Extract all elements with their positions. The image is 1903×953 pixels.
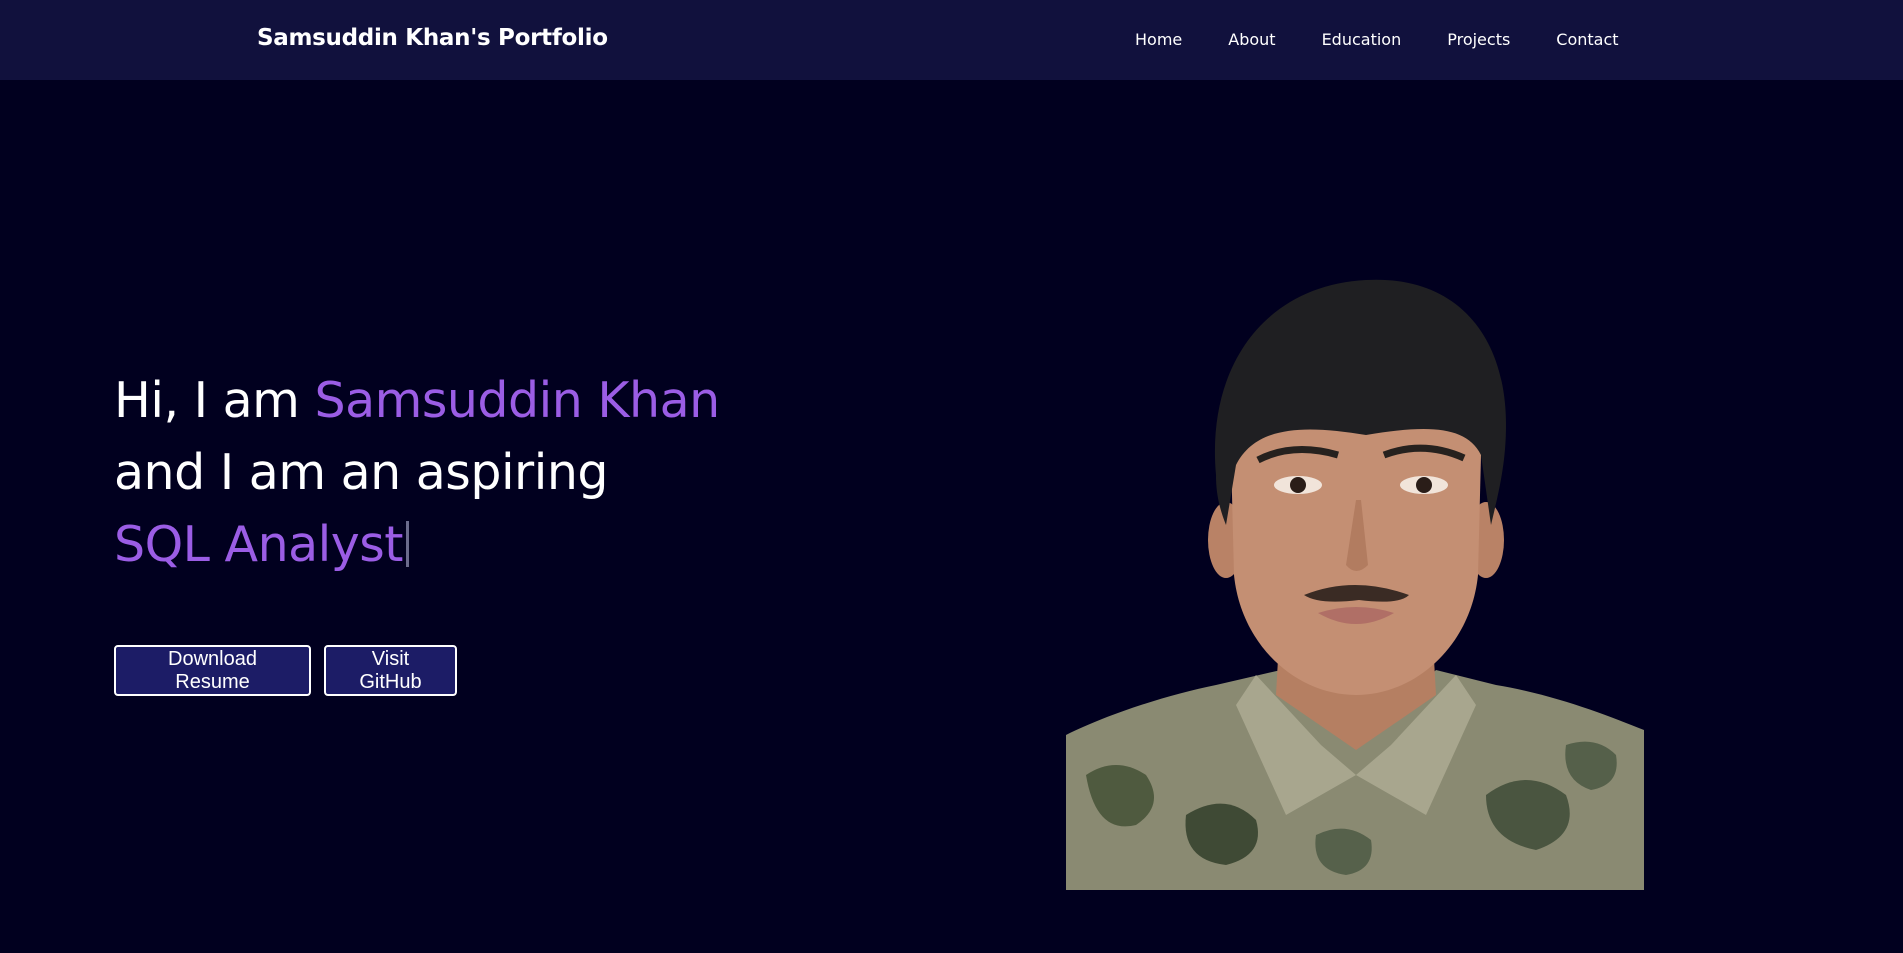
hero-line-3: SQL Analyst [114, 509, 720, 581]
hero-greeting: Hi, I am [114, 372, 315, 429]
nav-about[interactable]: About [1228, 30, 1275, 49]
nav-projects[interactable]: Projects [1447, 30, 1510, 49]
hero-line-2: and I am an aspiring [114, 444, 608, 501]
nav-contact[interactable]: Contact [1556, 30, 1618, 49]
nav-home[interactable]: Home [1135, 30, 1182, 49]
hero-line-1: Hi, I am Samsuddin Khan [114, 365, 720, 437]
profile-photo [1066, 279, 1644, 890]
hero-role: SQL Analyst [114, 516, 404, 573]
site-brand[interactable]: Samsuddin Khan's Portfolio [257, 25, 608, 51]
download-resume-button[interactable]: Download Resume [114, 645, 311, 696]
visit-github-button[interactable]: Visit GitHub [324, 645, 457, 696]
nav-education[interactable]: Education [1322, 30, 1402, 49]
navbar: Samsuddin Khan's Portfolio Home About Ed… [0, 0, 1903, 80]
hero-heading: Hi, I am Samsuddin Khan and I am an aspi… [114, 365, 720, 581]
typing-cursor [406, 521, 410, 567]
nav-links: Home About Education Projects Contact [1135, 30, 1619, 49]
hero-name: Samsuddin Khan [314, 372, 720, 429]
